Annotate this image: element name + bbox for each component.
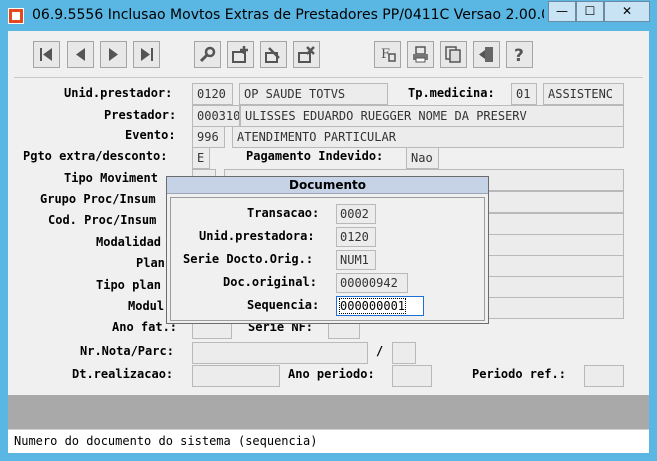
pagamento-indevido-label: Pagamento Indevido: [246, 149, 384, 163]
last-record-icon [141, 48, 153, 61]
dt-realizacao-label: Dt.realizacao: [72, 367, 174, 381]
nr-nota-label: Nr.Nota/Parc: [80, 344, 174, 358]
copy-button[interactable] [440, 41, 467, 68]
serie-docto-field[interactable]: NUM1 [336, 250, 376, 270]
copy-icon [445, 46, 461, 63]
periodo-ref-label: Periodo ref.: [472, 367, 566, 381]
unid-prestador-label: Unid.prestador: [64, 86, 173, 100]
doc-original-field[interactable]: 00000942 [336, 273, 408, 293]
svg-text:?: ? [514, 46, 524, 64]
modulo-field[interactable] [488, 297, 624, 319]
nr-nota-field[interactable] [192, 342, 368, 364]
tipo-plano-label: Tipo plan [96, 278, 162, 292]
search-button[interactable] [194, 41, 221, 68]
toolbar: F ? [8, 31, 649, 75]
modalidade-label: Modalidad [96, 235, 162, 249]
tp-medicina-label: Tp.medicina: [408, 86, 495, 100]
sequencia-input[interactable]: 000000001 [336, 296, 424, 316]
help-icon: ? [514, 46, 524, 64]
edit-record-button[interactable] [260, 41, 287, 68]
print-button[interactable] [407, 41, 434, 68]
tp-medicina-name-field[interactable]: ASSISTENC [543, 83, 624, 105]
cod-proc-field[interactable] [488, 213, 624, 235]
unid-prestador-name-field[interactable]: OP SAUDE TOTVS [239, 83, 388, 105]
status-band [8, 395, 649, 429]
prestador-label: Prestador: [104, 108, 177, 122]
tp-medicina-code-field[interactable]: 01 [511, 83, 537, 105]
exit-icon [479, 47, 493, 62]
nr-nota-separator: / [376, 344, 384, 358]
search-key-icon [199, 46, 216, 63]
nr-parcela-field[interactable] [392, 342, 416, 364]
add-record-button[interactable] [227, 41, 254, 68]
filter-icon: F [381, 47, 396, 62]
sequencia-value: 000000001 [338, 298, 407, 314]
add-record-icon [232, 46, 248, 63]
prestador-code-field[interactable]: 00031049 [192, 105, 240, 127]
title-bar[interactable]: 06.9.5556 Inclusao Movtos Extras de Pres… [0, 0, 657, 31]
ano-periodo-field[interactable] [392, 365, 432, 387]
first-record-icon [40, 48, 52, 61]
unid-prestadora-label: Unid.prestadora: [199, 229, 315, 243]
tipo-movimento-label: Tipo Moviment [64, 171, 158, 185]
modalidade-field[interactable] [488, 234, 624, 256]
status-bar: Numero do documento do sistema (sequenci… [8, 429, 649, 453]
app-icon [8, 8, 24, 24]
pagamento-indevido-field[interactable]: Nao [406, 147, 439, 169]
maximize-button[interactable]: ☐ [576, 1, 604, 22]
first-record-button[interactable] [33, 41, 60, 68]
pgto-extra-field[interactable]: E [192, 147, 210, 169]
transacao-label: Transacao: [247, 206, 320, 220]
last-record-button[interactable] [133, 41, 160, 68]
sequencia-label: Sequencia: [247, 298, 320, 312]
application-window: 06.9.5556 Inclusao Movtos Extras de Pres… [0, 0, 657, 461]
documento-dialog: Documento Transacao: 0002 Unid.prestador… [166, 176, 489, 324]
plano-label: Plan [136, 256, 165, 270]
dialog-body: Transacao: 0002 Unid.prestadora: 0120 Se… [170, 197, 485, 321]
previous-record-icon [76, 48, 85, 61]
tipo-plano-field[interactable] [488, 276, 624, 298]
evento-code-field[interactable]: 996 [192, 126, 225, 148]
minimize-button[interactable]: — [548, 1, 576, 22]
print-icon [413, 46, 428, 63]
unid-prestador-code-field[interactable]: 0120 [192, 83, 233, 105]
exit-button[interactable] [473, 41, 500, 68]
evento-name-field[interactable]: ATENDIMENTO PARTICULAR [232, 126, 624, 148]
delete-record-icon [298, 46, 315, 63]
help-button[interactable]: ? [506, 41, 533, 68]
next-record-button[interactable] [100, 41, 127, 68]
dialog-title: Documento [167, 177, 488, 194]
ano-periodo-label: Ano periodo: [288, 367, 375, 381]
filter-button[interactable]: F [374, 41, 401, 68]
edit-record-icon [265, 47, 280, 63]
grupo-proc-label: Grupo Proc/Insum [40, 192, 156, 206]
modulo-label: Modul [128, 299, 165, 313]
previous-record-button[interactable] [67, 41, 94, 68]
unid-prestadora-field[interactable]: 0120 [336, 227, 376, 247]
serie-docto-label: Serie Docto.Orig.: [183, 252, 314, 266]
periodo-ref-field[interactable] [584, 365, 624, 387]
plano-field[interactable] [488, 255, 624, 277]
prestador-name-field[interactable]: ULISSES EDUARDO RUEGGER NOME DA PRESERV [240, 105, 624, 127]
evento-label: Evento: [125, 128, 176, 142]
doc-original-label: Doc.original: [223, 275, 317, 289]
cod-proc-label: Cod. Proc/Insum [48, 213, 157, 227]
toolbar-divider [14, 77, 643, 78]
grupo-proc-field[interactable] [488, 191, 624, 213]
pgto-extra-label: Pgto extra/desconto: [23, 149, 168, 163]
delete-record-button[interactable] [293, 41, 320, 68]
dt-realizacao-field[interactable] [192, 365, 280, 387]
transacao-field[interactable]: 0002 [336, 204, 376, 224]
next-record-icon [109, 48, 118, 61]
window-title: 06.9.5556 Inclusao Movtos Extras de Pres… [32, 7, 544, 23]
close-button[interactable]: ✕ [604, 1, 650, 22]
